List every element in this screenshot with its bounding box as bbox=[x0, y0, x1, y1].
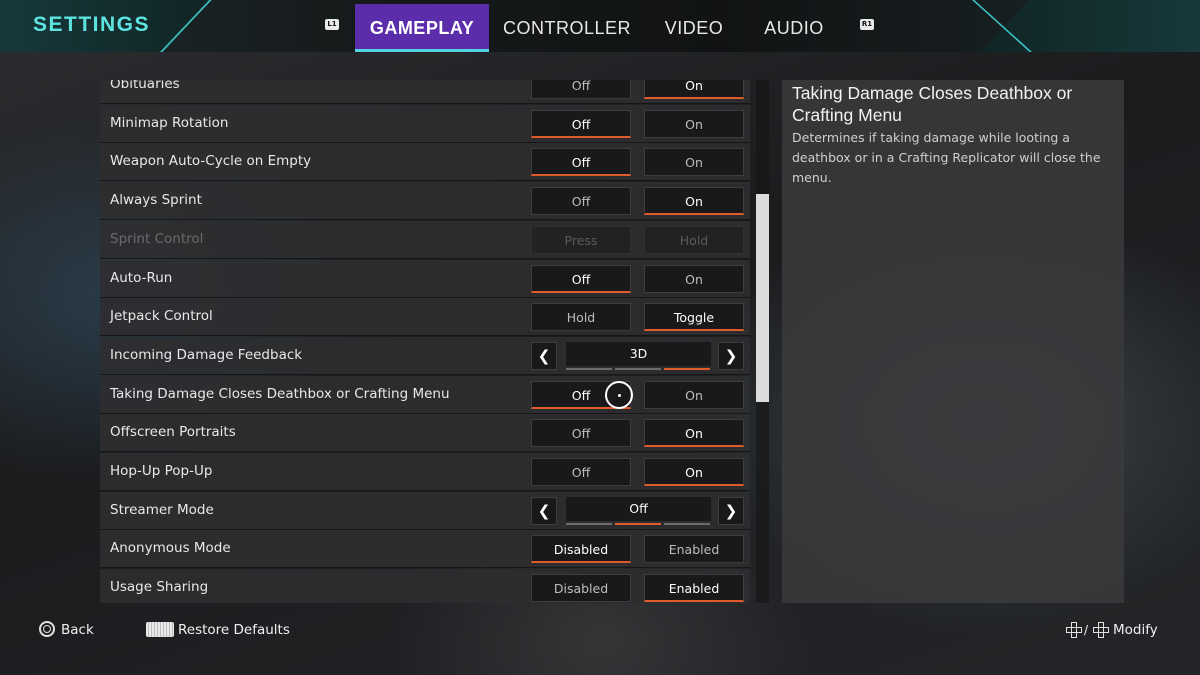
option-button[interactable]: Enabled bbox=[644, 535, 744, 564]
setting-label: Streamer Mode bbox=[110, 501, 214, 518]
chevron-right-icon[interactable]: ❯ bbox=[718, 496, 744, 525]
r1-bumper-icon[interactable]: R1 bbox=[860, 19, 874, 30]
header-right-accent bbox=[980, 0, 1200, 52]
option-button[interactable]: Enabled bbox=[644, 574, 744, 603]
settings-row[interactable]: Incoming Damage Feedback ❮ 3D ❯ bbox=[100, 336, 750, 375]
setting-label: Incoming Damage Feedback bbox=[110, 346, 303, 363]
option-button[interactable]: Off bbox=[531, 109, 631, 138]
back-button[interactable]: Back bbox=[61, 620, 94, 640]
option-button[interactable]: Off bbox=[531, 264, 631, 293]
setting-label: Obituaries bbox=[110, 80, 180, 92]
option-button[interactable]: On bbox=[644, 187, 744, 216]
option-button[interactable]: On bbox=[644, 264, 744, 293]
settings-row[interactable]: Taking Damage Closes Deathbox or Craftin… bbox=[100, 375, 750, 414]
settings-row[interactable]: Jetpack Control Hold Toggle bbox=[100, 298, 750, 337]
tab-controller[interactable]: CONTROLLER bbox=[496, 4, 638, 52]
settings-row[interactable]: Auto-Run Off On bbox=[100, 259, 750, 298]
l1-bumper-icon[interactable]: L1 bbox=[325, 19, 339, 30]
dpad-icon bbox=[1066, 622, 1082, 638]
option-button[interactable]: On bbox=[644, 458, 744, 486]
carousel-segment bbox=[566, 367, 612, 370]
tab-gameplay[interactable]: GAMEPLAY bbox=[355, 4, 489, 52]
option-button[interactable]: Off bbox=[531, 458, 631, 486]
option-button[interactable]: Disabled bbox=[531, 574, 631, 603]
option-button[interactable]: On bbox=[644, 380, 744, 409]
circle-button-icon bbox=[39, 621, 55, 637]
controller-cursor bbox=[605, 381, 633, 409]
settings-row[interactable]: Streamer Mode ❮ Off ❯ bbox=[100, 491, 750, 530]
settings-row[interactable]: Offscreen Portraits Off On bbox=[100, 414, 750, 453]
carousel-segment bbox=[664, 367, 710, 370]
settings-row[interactable]: Always Sprint Off On bbox=[100, 182, 750, 221]
carousel-segment bbox=[664, 522, 710, 525]
option-button[interactable]: Off bbox=[531, 80, 631, 99]
page-title: SETTINGS bbox=[33, 13, 151, 36]
chevron-right-icon[interactable]: ❯ bbox=[718, 341, 744, 370]
tab-video[interactable]: VIDEO bbox=[650, 4, 738, 52]
settings-row[interactable]: Minimap Rotation Off On bbox=[100, 104, 750, 143]
carousel-segment bbox=[615, 522, 661, 525]
restore-defaults-button[interactable]: Restore Defaults bbox=[178, 620, 290, 640]
settings-row[interactable]: Weapon Auto-Cycle on Empty Off On bbox=[100, 143, 750, 182]
settings-row: Sprint Control Press Hold bbox=[100, 220, 750, 259]
settings-row[interactable]: Obituaries Off On bbox=[100, 80, 750, 104]
description-title: Taking Damage Closes Deathbox or Craftin… bbox=[792, 83, 1073, 125]
option-button[interactable]: On bbox=[644, 109, 744, 138]
option-button: Hold bbox=[644, 225, 744, 254]
settings-row[interactable]: Usage Sharing Disabled Enabled bbox=[100, 569, 750, 603]
tab-audio[interactable]: AUDIO bbox=[752, 4, 836, 52]
setting-label: Anonymous Mode bbox=[110, 540, 231, 557]
setting-label: Auto-Run bbox=[110, 269, 173, 286]
touchpad-icon bbox=[146, 622, 174, 637]
chevron-left-icon[interactable]: ❮ bbox=[531, 341, 557, 370]
carousel-value: 3D bbox=[566, 341, 711, 366]
setting-label: Minimap Rotation bbox=[110, 114, 229, 131]
setting-label: Offscreen Portraits bbox=[110, 424, 236, 441]
description-panel: Taking Damage Closes Deathbox or Craftin… bbox=[782, 80, 1124, 603]
option-button: Press bbox=[531, 225, 631, 254]
setting-label: Taking Damage Closes Deathbox or Craftin… bbox=[110, 385, 450, 402]
settings-row[interactable]: Hop-Up Pop-Up Off On bbox=[100, 453, 750, 491]
setting-label: Usage Sharing bbox=[110, 579, 209, 596]
setting-label: Hop-Up Pop-Up bbox=[110, 463, 213, 479]
carousel-segment bbox=[615, 367, 661, 370]
setting-label: Sprint Control bbox=[110, 230, 204, 247]
option-button[interactable]: Off bbox=[531, 187, 631, 216]
option-button[interactable]: On bbox=[644, 80, 744, 99]
scrollbar-thumb[interactable] bbox=[756, 194, 769, 402]
option-button[interactable]: Off bbox=[531, 419, 631, 448]
option-button[interactable]: Hold bbox=[531, 303, 631, 332]
settings-list: Obituaries Off On Minimap Rotation Off On Weap… bbox=[100, 80, 750, 603]
dpad-icon bbox=[1093, 622, 1109, 638]
setting-label: Always Sprint bbox=[110, 192, 202, 209]
carousel-segment bbox=[566, 522, 612, 525]
chevron-left-icon[interactable]: ❮ bbox=[531, 496, 557, 525]
modify-button[interactable]: Modify bbox=[1113, 620, 1158, 640]
option-button[interactable]: Off bbox=[531, 148, 631, 177]
modify-separator: / bbox=[1084, 623, 1089, 637]
settings-row[interactable]: Anonymous Mode Disabled Enabled bbox=[100, 530, 750, 569]
setting-label: Weapon Auto-Cycle on Empty bbox=[110, 153, 312, 170]
option-button[interactable]: On bbox=[644, 148, 744, 177]
option-button[interactable]: On bbox=[644, 419, 744, 448]
setting-label: Jetpack Control bbox=[110, 308, 213, 325]
option-button[interactable]: Toggle bbox=[644, 303, 744, 332]
carousel-value: Off bbox=[566, 496, 711, 521]
option-button[interactable]: Disabled bbox=[531, 535, 631, 564]
description-body: Determines if taking damage while lootin… bbox=[792, 130, 1101, 185]
